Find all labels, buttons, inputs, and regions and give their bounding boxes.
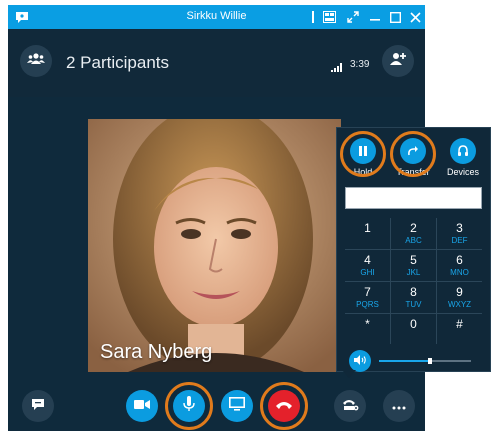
key-digit: * <box>365 317 370 331</box>
window-title: Sirkku Willie <box>186 10 247 22</box>
key-letters: MNO <box>450 268 469 277</box>
key-digit: 9 <box>456 285 463 299</box>
key-digit: 6 <box>456 253 463 267</box>
keypad-key-7[interactable]: 7 PQRS <box>345 282 390 313</box>
key-digit: 1 <box>364 221 371 235</box>
key-letters: GHI <box>360 268 375 277</box>
call-controls-icon <box>341 397 359 416</box>
key-digit: 0 <box>410 317 417 331</box>
participants-icon <box>27 52 45 70</box>
key-letters: TUV <box>405 300 422 309</box>
key-digit: 5 <box>410 253 417 267</box>
keypad-key-2[interactable]: 2 ABC <box>391 218 436 249</box>
participant-video: Sara Nyberg <box>88 119 341 372</box>
speaker-volume-icon <box>354 352 366 370</box>
key-letters: JKL <box>406 268 421 277</box>
caller-name-label: Sara Nyberg <box>100 341 213 363</box>
signal-strength-icon <box>331 59 343 77</box>
video-button[interactable] <box>126 390 158 422</box>
key-digit: # <box>456 317 463 331</box>
keypad-key-star[interactable]: * <box>345 314 390 345</box>
key-digit: 3 <box>456 221 463 235</box>
more-options-button[interactable] <box>383 390 415 422</box>
close-icon[interactable] <box>406 8 424 26</box>
chat-icon <box>31 397 45 416</box>
mute-button-highlight <box>165 382 213 430</box>
participants-count: 2 Participants <box>66 53 169 72</box>
call-header: 2 Participants 3:39 <box>8 29 425 97</box>
volume-slider-thumb[interactable] <box>428 358 432 364</box>
key-letters: PQRS <box>356 300 379 309</box>
keypad-key-9[interactable]: 9 WXYZ <box>437 282 482 313</box>
keypad-key-6[interactable]: 6 MNO <box>437 250 482 281</box>
call-controls-button[interactable] <box>334 390 366 422</box>
present-screen-icon <box>229 396 245 416</box>
dial-number-input[interactable] <box>345 187 482 209</box>
more-options-icon <box>392 397 406 415</box>
volume-slider-fill <box>379 360 430 362</box>
key-digit: 8 <box>410 285 417 299</box>
chat-button[interactable] <box>22 390 54 422</box>
participants-button[interactable] <box>20 45 52 77</box>
participant-photo <box>88 119 341 372</box>
key-letters: DEF <box>451 236 468 245</box>
call-toolbar <box>8 381 425 431</box>
keypad-key-5[interactable]: 5 JKL <box>391 250 436 281</box>
transfer-button-highlight <box>390 131 436 177</box>
keypad-key-8[interactable]: 8 TUV <box>391 282 436 313</box>
key-digit: 2 <box>410 221 417 235</box>
keypad-key-4[interactable]: 4 GHI <box>345 250 390 281</box>
add-person-icon <box>390 52 406 71</box>
call-controls-panel: Hold Transfer Devices 1 2 ABC 3 DEF 4 GHI 5… <box>336 127 491 372</box>
maximize-icon[interactable] <box>386 8 404 26</box>
devices-label: Devices <box>446 167 479 177</box>
layout-icon[interactable] <box>320 8 338 26</box>
devices-button[interactable]: Devices <box>443 138 483 177</box>
key-letters: ABC <box>405 236 422 245</box>
fullscreen-icon[interactable] <box>344 8 362 26</box>
key-letters: WXYZ <box>447 300 472 309</box>
hold-button-highlight <box>340 131 386 177</box>
key-digit: 7 <box>364 285 371 299</box>
call-timer: 3:39 <box>350 59 370 70</box>
keypad-key-1[interactable]: 1 <box>345 218 390 249</box>
keypad-key-hash[interactable]: # <box>437 314 482 345</box>
minimize-icon[interactable] <box>366 8 384 26</box>
headset-icon <box>450 138 476 164</box>
key-digit: 4 <box>364 253 371 267</box>
hang-up-button-highlight <box>260 382 308 430</box>
panel-pointer <box>342 370 356 378</box>
volume-slider[interactable] <box>379 358 471 364</box>
present-button[interactable] <box>221 390 253 422</box>
keypad-key-3[interactable]: 3 DEF <box>437 218 482 249</box>
add-participant-button[interactable] <box>382 45 414 77</box>
title-bar: Sirkku Willie <box>8 5 425 29</box>
volume-button[interactable] <box>349 350 371 372</box>
video-camera-icon <box>134 397 150 415</box>
keypad-key-0[interactable]: 0 <box>391 314 436 345</box>
